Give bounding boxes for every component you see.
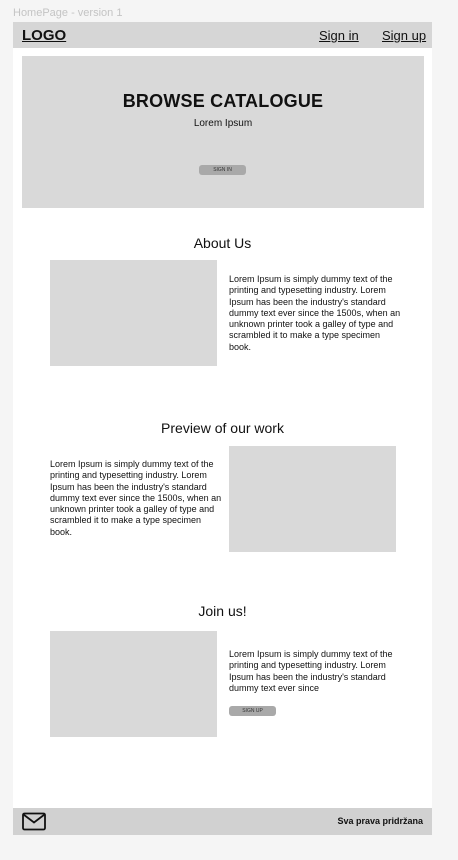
sign-in-link[interactable]: Sign in xyxy=(319,28,359,43)
logo-link[interactable]: LOGO xyxy=(22,27,66,44)
hero-banner: BROWSE CATALOGUE Lorem Ipsum SIGN IN xyxy=(22,56,424,208)
mail-icon[interactable] xyxy=(22,812,46,831)
footer-rights-text: Sva prava pridržana xyxy=(337,816,423,826)
about-text: Lorem Ipsum is simply dummy text of the … xyxy=(229,274,401,352)
navbar: LOGO Sign in Sign up xyxy=(13,22,432,48)
footer: Sva prava pridržana xyxy=(13,808,432,835)
hero-title: BROWSE CATALOGUE xyxy=(122,91,324,111)
join-title: Join us! xyxy=(198,603,247,619)
sign-up-link[interactable]: Sign up xyxy=(382,28,426,43)
frame-label: HomePage - version 1 xyxy=(13,7,123,19)
preview-image-placeholder xyxy=(229,446,396,552)
about-image-placeholder xyxy=(50,260,217,366)
about-title: About Us xyxy=(193,235,252,251)
preview-title: Preview of our work xyxy=(161,420,284,436)
hero-sign-in-button[interactable]: SIGN IN xyxy=(199,165,246,175)
hero-subtitle: Lorem Ipsum xyxy=(193,118,253,129)
join-sign-up-button[interactable]: SIGN UP xyxy=(229,706,276,716)
homepage: LOGO Sign in Sign up BROWSE CATALOGUE Lo… xyxy=(13,22,432,835)
join-text: Lorem Ipsum is simply dummy text of the … xyxy=(229,649,393,693)
preview-text: Lorem Ipsum is simply dummy text of the … xyxy=(50,459,222,537)
join-image-placeholder xyxy=(50,631,217,737)
